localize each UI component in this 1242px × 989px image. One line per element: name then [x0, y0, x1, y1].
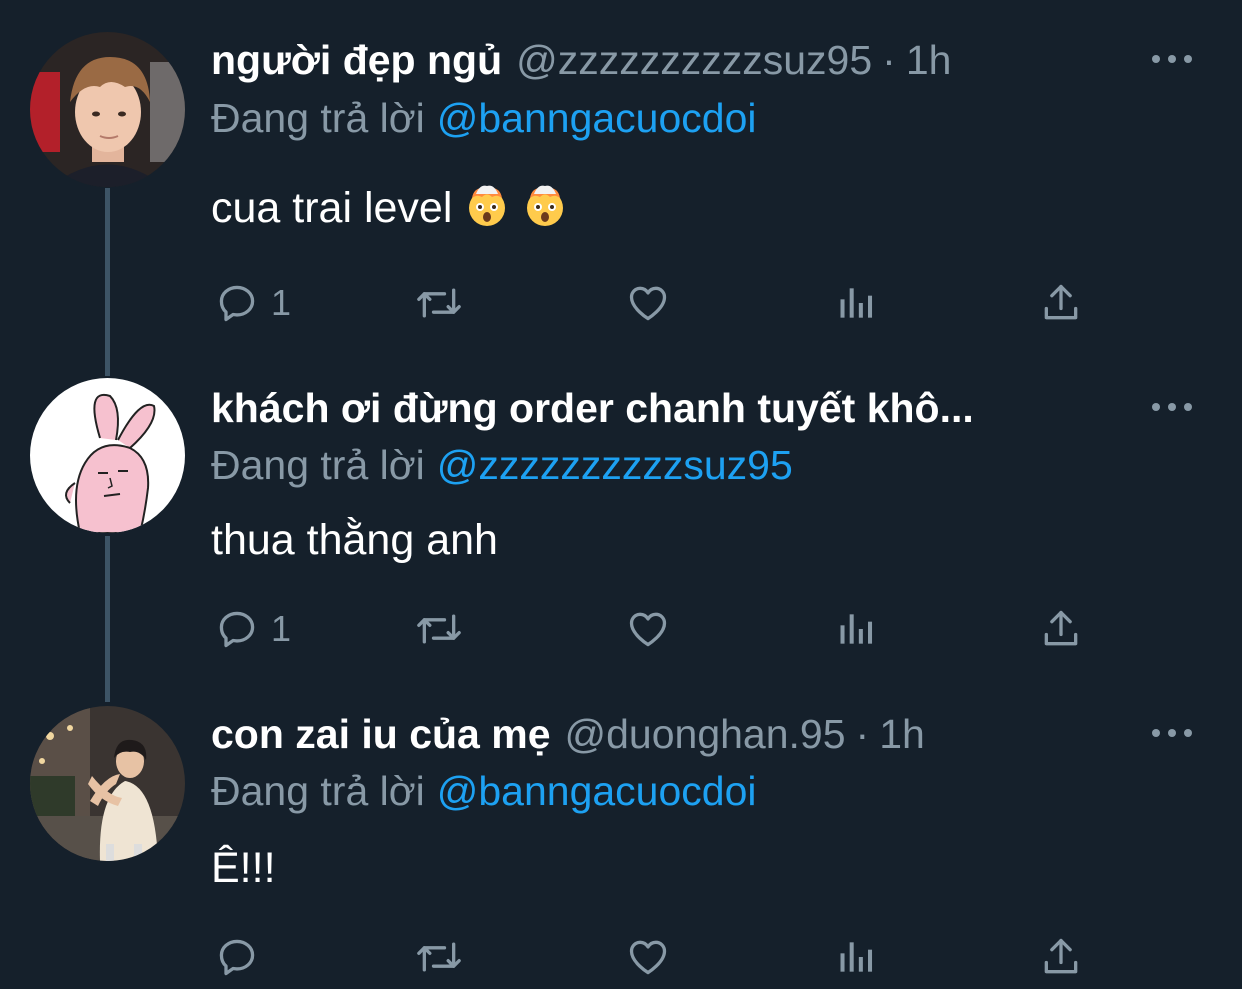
share-icon	[1039, 281, 1083, 325]
more-icon[interactable]	[1152, 49, 1192, 69]
reply-count: 1	[271, 282, 292, 323]
reply-button[interactable]: 1	[215, 604, 291, 654]
tweet-header: con zai iu của mẹ @duonghan.95 · 1h	[211, 706, 1162, 762]
tweet-text: thua thằng anh	[211, 516, 498, 564]
avatar[interactable]	[30, 32, 185, 187]
like-button[interactable]	[625, 604, 671, 654]
replying-to: Đang trả lời @zzzzzzzzzzsuz95	[211, 437, 793, 493]
analytics-icon	[835, 607, 879, 651]
reply-thread: người đẹp ngủ @zzzzzzzzzzsuz95 · 1h Đang tr…	[0, 0, 1242, 989]
tweet-actions	[211, 932, 1091, 982]
like-button[interactable]	[625, 278, 671, 328]
tweet[interactable]: khách ơi đừng order chanh tuyết khô... Đ…	[0, 340, 1242, 670]
exploding-head-emoji	[464, 182, 510, 242]
more-icon[interactable]	[1152, 723, 1192, 743]
retweet-button[interactable]	[415, 278, 463, 328]
mention-link[interactable]: @banngacuocdoi	[437, 768, 757, 814]
tweet-header: khách ơi đừng order chanh tuyết khô...	[211, 380, 1162, 436]
reply-icon	[215, 607, 259, 651]
tweet-actions: 1	[211, 278, 1091, 328]
retweet-button[interactable]	[415, 932, 463, 982]
analytics-button[interactable]	[835, 932, 879, 982]
retweet-icon	[415, 607, 463, 651]
display-name[interactable]: con zai iu của mẹ	[211, 711, 551, 757]
like-button[interactable]	[625, 932, 671, 982]
avatar[interactable]	[30, 378, 185, 533]
user-handle[interactable]: @zzzzzzzzzzsuz95	[516, 37, 872, 83]
separator: ·	[855, 711, 870, 757]
reply-icon	[215, 935, 259, 979]
timestamp[interactable]: 1h	[906, 37, 952, 83]
reply-button[interactable]	[215, 932, 271, 982]
tweet[interactable]: người đẹp ngủ @zzzzzzzzzzsuz95 · 1h Đang tr…	[0, 0, 1242, 340]
timestamp[interactable]: 1h	[879, 711, 925, 757]
retweet-button[interactable]	[415, 604, 463, 654]
share-button[interactable]	[1039, 278, 1083, 328]
share-button[interactable]	[1039, 932, 1083, 982]
analytics-icon	[835, 281, 879, 325]
tweet-header: người đẹp ngủ @zzzzzzzzzzsuz95 · 1h	[211, 32, 1162, 88]
share-icon	[1039, 607, 1083, 651]
replying-to-label: Đang trả lời	[211, 442, 425, 488]
retweet-icon	[415, 935, 463, 979]
mention-link[interactable]: @banngacuocdoi	[437, 95, 757, 141]
tweet-text: cua trai level	[211, 180, 568, 242]
retweet-icon	[415, 281, 463, 325]
user-handle[interactable]: @duonghan.95	[565, 711, 846, 757]
separator: ·	[882, 37, 896, 83]
heart-icon	[625, 935, 671, 979]
share-button[interactable]	[1039, 604, 1083, 654]
replying-to-label: Đang trả lời	[211, 95, 425, 141]
mention-link[interactable]: @zzzzzzzzzzsuz95	[437, 442, 793, 488]
heart-icon	[625, 281, 671, 325]
exploding-head-emoji	[522, 182, 568, 242]
display-name[interactable]: người đẹp ngủ	[211, 37, 502, 83]
reply-icon	[215, 281, 259, 325]
analytics-button[interactable]	[835, 278, 879, 328]
more-icon[interactable]	[1152, 397, 1192, 417]
heart-icon	[625, 607, 671, 651]
tweet-text-content: cua trai level	[211, 184, 453, 232]
analytics-icon	[835, 935, 879, 979]
reply-button[interactable]: 1	[215, 278, 291, 328]
replying-to: Đang trả lời @banngacuocdoi	[211, 90, 757, 146]
reply-count: 1	[271, 608, 292, 649]
display-name[interactable]: khách ơi đừng order chanh tuyết khô...	[211, 385, 974, 431]
tweet[interactable]: con zai iu của mẹ @duonghan.95 · 1h Đang tr…	[0, 670, 1242, 989]
replying-to-label: Đang trả lời	[211, 768, 425, 814]
tweet-text: Ê!!!	[211, 844, 276, 892]
analytics-button[interactable]	[835, 604, 879, 654]
share-icon	[1039, 935, 1083, 979]
replying-to: Đang trả lời @banngacuocdoi	[211, 763, 757, 819]
avatar[interactable]	[30, 706, 185, 861]
tweet-actions: 1	[211, 604, 1091, 654]
